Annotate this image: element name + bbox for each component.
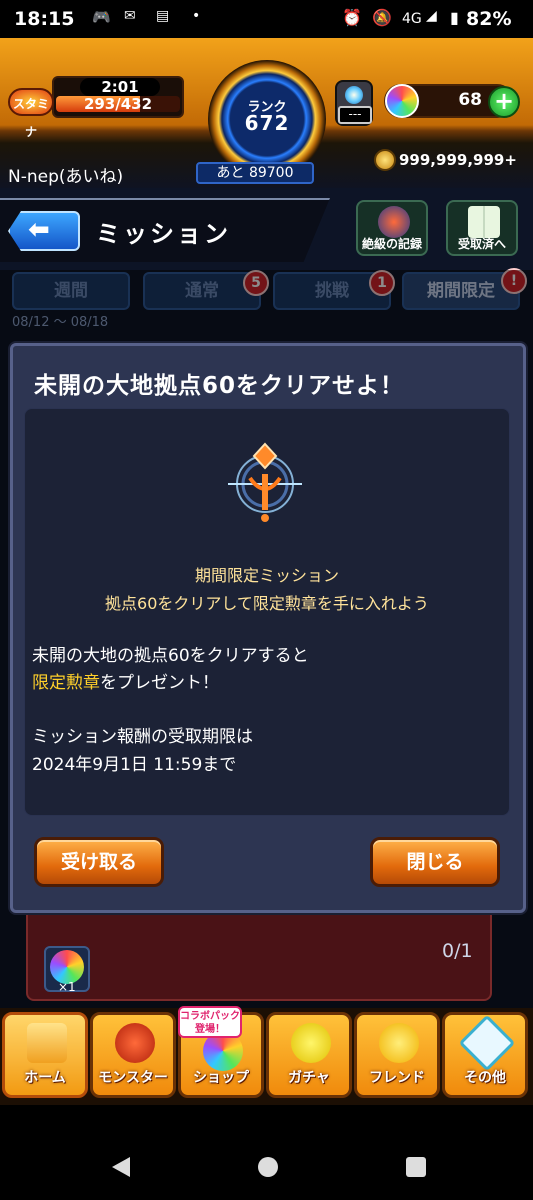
nav-shop-label: ショップ xyxy=(193,1070,249,1086)
coin-icon xyxy=(374,149,396,171)
dialog-body-line-1: 未開の大地の拠点60をクリアすると xyxy=(32,646,309,666)
nav-monster[interactable]: モンスター xyxy=(90,1012,176,1098)
nav-home-label: ホーム xyxy=(24,1070,66,1086)
reward-highlight: 限定勲章 xyxy=(32,673,100,693)
record-emblem-icon xyxy=(378,206,410,238)
android-nav-bar xyxy=(0,1105,533,1200)
castle-icon xyxy=(27,1023,67,1063)
rank-value: 672 xyxy=(244,111,290,135)
buy-orbs-button[interactable]: + xyxy=(488,86,520,118)
back-arrow-icon: ⬅ xyxy=(28,215,50,245)
nav-gacha[interactable]: ガチャ xyxy=(266,1012,352,1098)
dialog-deadline: 2024年9月1日 11:59まで xyxy=(32,755,237,775)
battery-percent: 82% xyxy=(466,8,512,30)
medal-emblem-icon xyxy=(228,442,302,522)
battery-icon: ▮ xyxy=(450,8,459,27)
other-icon xyxy=(458,1014,516,1072)
dragon-icon xyxy=(115,1023,155,1063)
list-item xyxy=(26,913,492,1001)
orb-icon xyxy=(385,84,419,118)
nav-friend[interactable]: フレンド xyxy=(354,1012,440,1098)
dialog-subtitle-2: 拠点60をクリアして限定勲章を手に入れよう xyxy=(105,594,429,613)
mute-icon: 🔕 xyxy=(372,8,392,27)
nav-monster-label: モンスター xyxy=(98,1070,168,1086)
network-label: 4G xyxy=(402,11,422,27)
rank-next-exp: あと 89700 xyxy=(196,162,314,184)
dot-icon: • xyxy=(192,8,201,24)
close-button[interactable]: 閉じる xyxy=(370,837,500,887)
dialog-body-line-3: ミッション報酬の受取期限は xyxy=(32,727,253,747)
stamina-timer: 2:01 xyxy=(80,78,160,96)
nav-gacha-label: ガチャ xyxy=(288,1070,330,1086)
dialog-subtitle-1: 期間限定ミッション xyxy=(194,566,339,585)
dialog-body-line-2: 限定勲章をプレゼント！ xyxy=(32,668,219,693)
energy-orb-icon xyxy=(345,86,363,104)
dialog-body-line-2-rest: をプレゼント！ xyxy=(100,673,219,693)
reward-orb-icon xyxy=(50,950,84,984)
nav-other-label: その他 xyxy=(464,1070,506,1086)
collab-pack-tag: コラボパック 登場！ xyxy=(178,1006,242,1038)
news-icon: ▤ xyxy=(156,8,170,24)
android-home-icon[interactable] xyxy=(258,1157,278,1177)
stamina-value: 293/432 xyxy=(83,95,153,113)
nav-friend-label: フレンド xyxy=(369,1070,425,1086)
status-bar: 18:15 🎮 ✉ ▤ • ⏰ 🔕 4G ◢ ▮ 82% xyxy=(0,0,533,38)
book-icon xyxy=(468,206,500,238)
coin-value: 999,999,999+ xyxy=(399,151,517,169)
player-name: N-nep(あいね) xyxy=(8,167,124,187)
energy-value: --- xyxy=(338,106,372,124)
receive-button[interactable]: 受け取る xyxy=(34,837,164,887)
record-button[interactable]: 絶級の記録 xyxy=(356,200,428,256)
nav-home[interactable]: ホーム xyxy=(2,1012,88,1098)
friends-balloon-icon xyxy=(379,1023,419,1063)
android-recents-icon[interactable] xyxy=(406,1157,426,1177)
gamepad-icon: 🎮 xyxy=(92,8,111,26)
received-button-label: 受取済へ xyxy=(457,237,506,251)
alarm-icon: ⏰ xyxy=(342,8,362,27)
reward-quantity: ×1 xyxy=(58,980,76,994)
android-back-icon[interactable] xyxy=(112,1157,130,1177)
status-time: 18:15 xyxy=(14,8,75,30)
orb-count: 68 xyxy=(458,90,482,110)
mission-progress: 0/1 xyxy=(442,940,473,962)
stamina-icon: スタミナ xyxy=(8,88,54,139)
gacha-balloon-icon xyxy=(291,1023,331,1063)
notification-icon: ✉ xyxy=(124,8,136,24)
signal-icon: ◢ xyxy=(426,8,437,24)
dialog-title: 未開の大地拠点60をクリアせよ！ xyxy=(34,373,405,399)
received-button[interactable]: 受取済へ xyxy=(446,200,518,256)
page-title: ミッション xyxy=(96,220,231,248)
record-button-label: 絶級の記録 xyxy=(361,237,422,251)
nav-other[interactable]: その他 xyxy=(442,1012,528,1098)
